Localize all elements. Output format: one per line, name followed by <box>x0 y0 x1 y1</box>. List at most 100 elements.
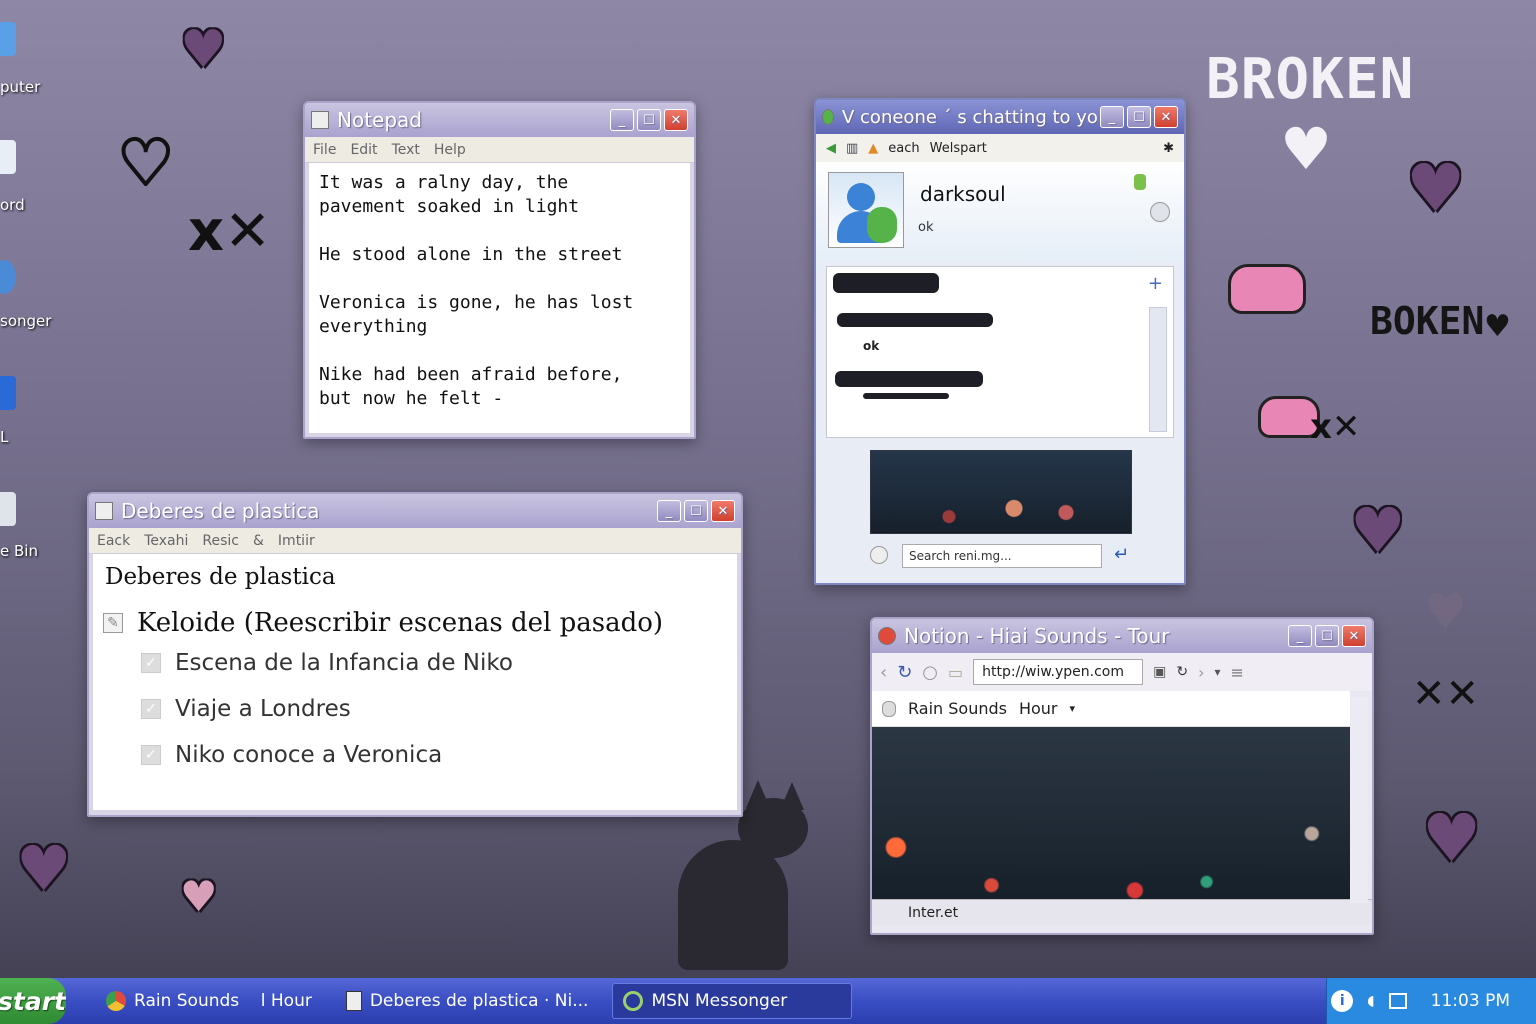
contacts-icon[interactable]: ▥ <box>846 141 858 156</box>
notepad-titlebar[interactable]: Notepad _ ☐ ✕ <box>305 103 694 137</box>
address-bar[interactable]: http://wiw.ypen.com <box>973 659 1144 685</box>
status-bar: Inter.et <box>872 899 1372 925</box>
emoticon-icon[interactable] <box>870 546 888 564</box>
rain-video[interactable] <box>872 727 1350 899</box>
maximize-button[interactable]: ☐ <box>1127 106 1151 128</box>
system-tray: i ◖ 11:03 PM <box>1326 978 1536 1024</box>
dropdown-icon[interactable]: ▾ <box>1215 665 1221 679</box>
notepad-window[interactable]: Notepad _ ☐ ✕ File Edit Text Help It was… <box>303 101 696 439</box>
close-button[interactable]: ✕ <box>1154 106 1178 128</box>
clock[interactable]: 11:03 PM <box>1431 991 1510 1011</box>
xx-sticker: ✕✕ <box>1412 671 1480 717</box>
chevron-down-icon[interactable]: ▾ <box>1070 702 1076 715</box>
tab-rain-sounds[interactable]: Rain Sounds <box>908 699 1007 718</box>
browser-window[interactable]: Notion - Hiai Sounds - Tour _ ☐ ✕ ‹ ↻ ○ … <box>870 617 1374 935</box>
close-button[interactable]: ✕ <box>1342 625 1366 647</box>
contact-profile: darksoul ok <box>816 162 1184 260</box>
info-icon[interactable]: i <box>1331 990 1354 1012</box>
menu-item[interactable]: Texahi <box>144 533 188 549</box>
folder-icon[interactable]: ▣ <box>1153 664 1166 680</box>
scrollbar[interactable] <box>1149 307 1167 432</box>
msn-chat-window[interactable]: V coneone ´ s chatting to you _ ☐ ✕ ◀ ▥ … <box>814 98 1186 585</box>
computer-icon <box>0 22 16 56</box>
reload-icon[interactable]: ↻ <box>1176 664 1188 680</box>
heart-sticker: ♥ <box>1484 309 1511 344</box>
page-favicon-icon <box>882 700 896 717</box>
taskbar-item-deberes[interactable]: Deberes de plastica · Ni... <box>336 983 599 1019</box>
subtask-label: Escena de la Infancia de Niko <box>175 650 513 676</box>
browser-icon <box>878 627 896 645</box>
maximize-button[interactable]: ☐ <box>637 109 661 131</box>
heart-sticker: ♥ <box>1424 584 1468 640</box>
messenger-icon <box>0 260 16 294</box>
back-icon[interactable]: ‹ <box>880 662 887 683</box>
minimize-button[interactable]: _ <box>1100 106 1124 128</box>
menu-item[interactable]: Eack <box>97 533 130 549</box>
menu-item[interactable]: & <box>253 533 264 549</box>
minimize-button[interactable]: _ <box>657 500 681 522</box>
menu-item[interactable]: Imtiir <box>278 533 315 549</box>
contact-name: darksoul <box>920 182 1006 206</box>
avatar[interactable] <box>828 172 904 248</box>
alert-icon[interactable]: ▲ <box>868 141 878 156</box>
deberes-content: Deberes de plastica ✎ Keloide (Reescribi… <box>93 554 737 810</box>
redacted-scribble <box>837 313 993 327</box>
window-title: Notion - Hiai Sounds - Tour <box>904 624 1170 648</box>
forward-icon[interactable]: › <box>1198 663 1204 682</box>
tab-hour[interactable]: Hour <box>1019 699 1058 718</box>
network-icon[interactable] <box>1388 993 1407 1009</box>
contact-status: ok <box>918 220 934 235</box>
maximize-button[interactable]: ☐ <box>1315 625 1339 647</box>
maximize-button[interactable]: ☐ <box>684 500 708 522</box>
send-icon[interactable]: ↵ <box>1114 544 1129 565</box>
taskbar-item-label: Rain Sounds l Hour <box>134 991 312 1011</box>
app-icon <box>0 376 16 410</box>
page-icon[interactable]: ▭ <box>948 663 963 682</box>
menu-help[interactable]: Help <box>434 142 466 158</box>
menu-file[interactable]: File <box>313 142 336 158</box>
scrollbar[interactable] <box>1350 697 1368 903</box>
subtask-checkbox[interactable]: ✓ <box>141 745 161 765</box>
desktop-icon-label: puter <box>0 78 41 96</box>
deberes-window[interactable]: Deberes de plastica _ ☐ ✕ Eack Texahi Re… <box>87 492 743 817</box>
menu-item[interactable]: Resic <box>202 533 239 549</box>
desktop-icon-label: e Bin <box>0 542 38 560</box>
notepad-text-area[interactable]: It was a ralny day, the pavement soaked … <box>309 163 690 433</box>
close-button[interactable]: ✕ <box>711 500 735 522</box>
document-icon <box>95 502 113 520</box>
browser-titlebar[interactable]: Notion - Hiai Sounds - Tour _ ☐ ✕ <box>872 619 1372 653</box>
redacted-scribble <box>833 273 939 293</box>
deberes-titlebar[interactable]: Deberes de plastica _ ☐ ✕ <box>89 494 741 528</box>
menu-icon[interactable]: ≡ <box>1231 663 1244 682</box>
close-button[interactable]: ✕ <box>664 109 688 131</box>
taskbar-item-msn[interactable]: MSN Messonger <box>612 983 853 1019</box>
start-button[interactable]: start <box>0 978 66 1024</box>
task-checkbox[interactable]: ✎ <box>103 613 123 633</box>
msn-titlebar[interactable]: V coneone ´ s chatting to you _ ☐ ✕ <box>816 100 1184 134</box>
subtask-checkbox[interactable]: ✓ <box>141 699 161 719</box>
heart-sticker: ♥ <box>1406 150 1466 227</box>
conversation-area: + ok <box>826 266 1174 438</box>
toolbar-item-welspart[interactable]: Welspart <box>930 141 987 156</box>
subtask-item: ✓ Niko conoce a Veronica <box>141 742 727 768</box>
start-label: start <box>0 986 66 1016</box>
minimize-button[interactable]: _ <box>1288 625 1312 647</box>
menu-edit[interactable]: Edit <box>350 142 377 158</box>
notepad-icon <box>345 991 362 1011</box>
toolbar-item-each[interactable]: each <box>888 141 919 156</box>
minimize-button[interactable]: _ <box>610 109 634 131</box>
subtask-checkbox[interactable]: ✓ <box>141 653 161 673</box>
search-input[interactable]: Search reni.mg... <box>902 544 1102 568</box>
back-icon[interactable]: ◀ <box>826 141 836 156</box>
heart-sticker: ♥ <box>16 832 72 905</box>
pin-icon[interactable]: ✱ <box>1163 141 1174 156</box>
stop-icon[interactable]: ○ <box>922 662 938 683</box>
emoticon-icon[interactable] <box>1150 202 1170 222</box>
refresh-icon[interactable]: ↻ <box>897 662 912 683</box>
redacted-scribble <box>835 371 983 387</box>
add-icon[interactable]: + <box>1148 273 1163 294</box>
taskbar-item-rain-sounds[interactable]: Rain Sounds l Hour <box>96 983 322 1019</box>
menu-text[interactable]: Text <box>392 142 420 158</box>
main-task: ✎ Keloide (Reescribir escenas del pasado… <box>103 608 727 638</box>
volume-icon[interactable]: ◖ <box>1367 993 1374 1009</box>
